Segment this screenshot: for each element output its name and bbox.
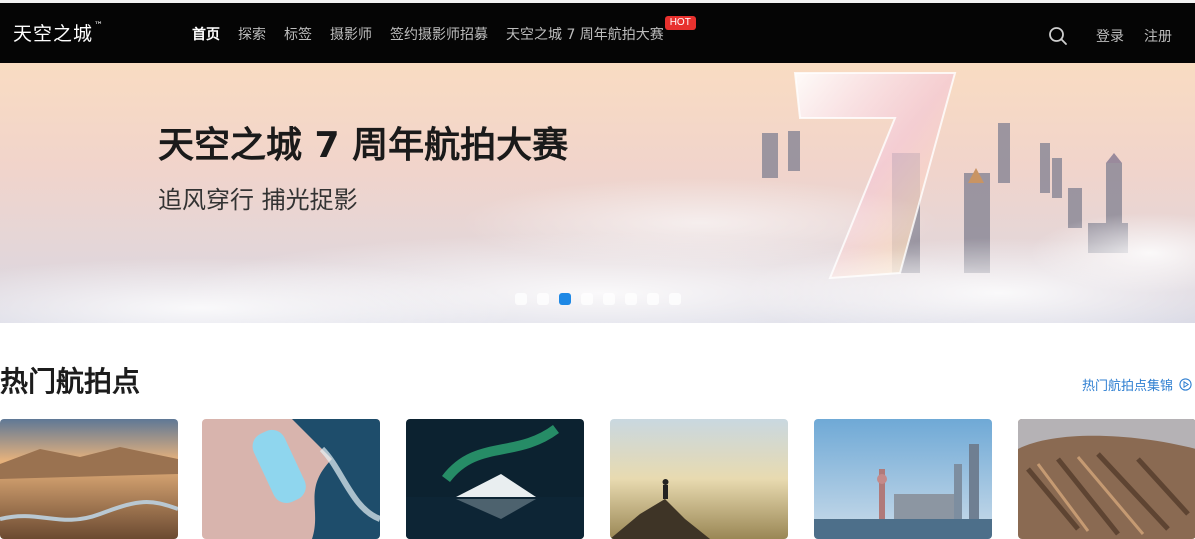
nav-item-recruitment[interactable]: 签约摄影师招募	[390, 24, 488, 44]
hotspots-collection-link[interactable]: 热门航拍点集锦	[1082, 375, 1192, 395]
hot-badge: HOT	[664, 16, 696, 30]
nav-item-tags[interactable]: 标签	[284, 24, 312, 44]
carousel-dot-1[interactable]	[515, 293, 527, 305]
section-title: 热门航拍点	[0, 365, 141, 398]
nav-item-home[interactable]: 首页	[192, 24, 220, 44]
carousel-dot-8[interactable]	[669, 293, 681, 305]
banner-subtitle: 追风穿行 捕光捉影	[158, 186, 358, 214]
banner-title: 天空之城 7 周年航拍大赛	[158, 125, 569, 166]
register-link[interactable]: 注册	[1144, 26, 1172, 46]
hotspot-card-aurora-mountain[interactable]	[406, 419, 584, 539]
hotspot-card-desert-river[interactable]	[0, 419, 178, 539]
hotspot-card-mountain-ridges[interactable]	[1018, 419, 1195, 539]
nav-item-contest-label: 天空之城 7 周年航拍大赛	[506, 27, 664, 43]
main-nav: 首页 探索 标签 摄影师 签约摄影师招募 天空之城 7 周年航拍大赛 HOT	[192, 16, 696, 44]
carousel-dots	[515, 293, 691, 305]
top-navigation-bar: 天空之城™ 首页 探索 标签 摄影师 签约摄影师招募 天空之城 7 周年航拍大赛…	[0, 0, 1195, 63]
search-icon[interactable]	[1048, 26, 1068, 46]
login-link[interactable]: 登录	[1096, 26, 1124, 46]
carousel-dot-6[interactable]	[625, 293, 637, 305]
hotspot-card-hiker-on-peak[interactable]	[610, 419, 788, 539]
carousel-dot-4[interactable]	[581, 293, 593, 305]
carousel-dot-5[interactable]	[603, 293, 615, 305]
nav-item-explore[interactable]: 探索	[238, 24, 266, 44]
nav-item-contest[interactable]: 天空之城 7 周年航拍大赛 HOT	[506, 16, 696, 44]
hotspot-card-pool-on-rocks[interactable]	[202, 419, 380, 539]
hero-banner[interactable]: 天空之城 7 周年航拍大赛 追风穿行 捕光捉影	[0, 63, 1195, 323]
hotspot-card-city-skyline[interactable]	[814, 419, 992, 539]
carousel-dot-3[interactable]	[559, 293, 571, 305]
site-logo[interactable]: 天空之城™	[13, 19, 104, 46]
play-circle-icon	[1179, 378, 1192, 395]
more-link-label: 热门航拍点集锦	[1082, 379, 1174, 394]
carousel-dot-7[interactable]	[647, 293, 659, 305]
carousel-dot-2[interactable]	[537, 293, 549, 305]
trademark-mark: ™	[94, 20, 105, 31]
nav-item-photographers[interactable]: 摄影师	[330, 24, 372, 44]
